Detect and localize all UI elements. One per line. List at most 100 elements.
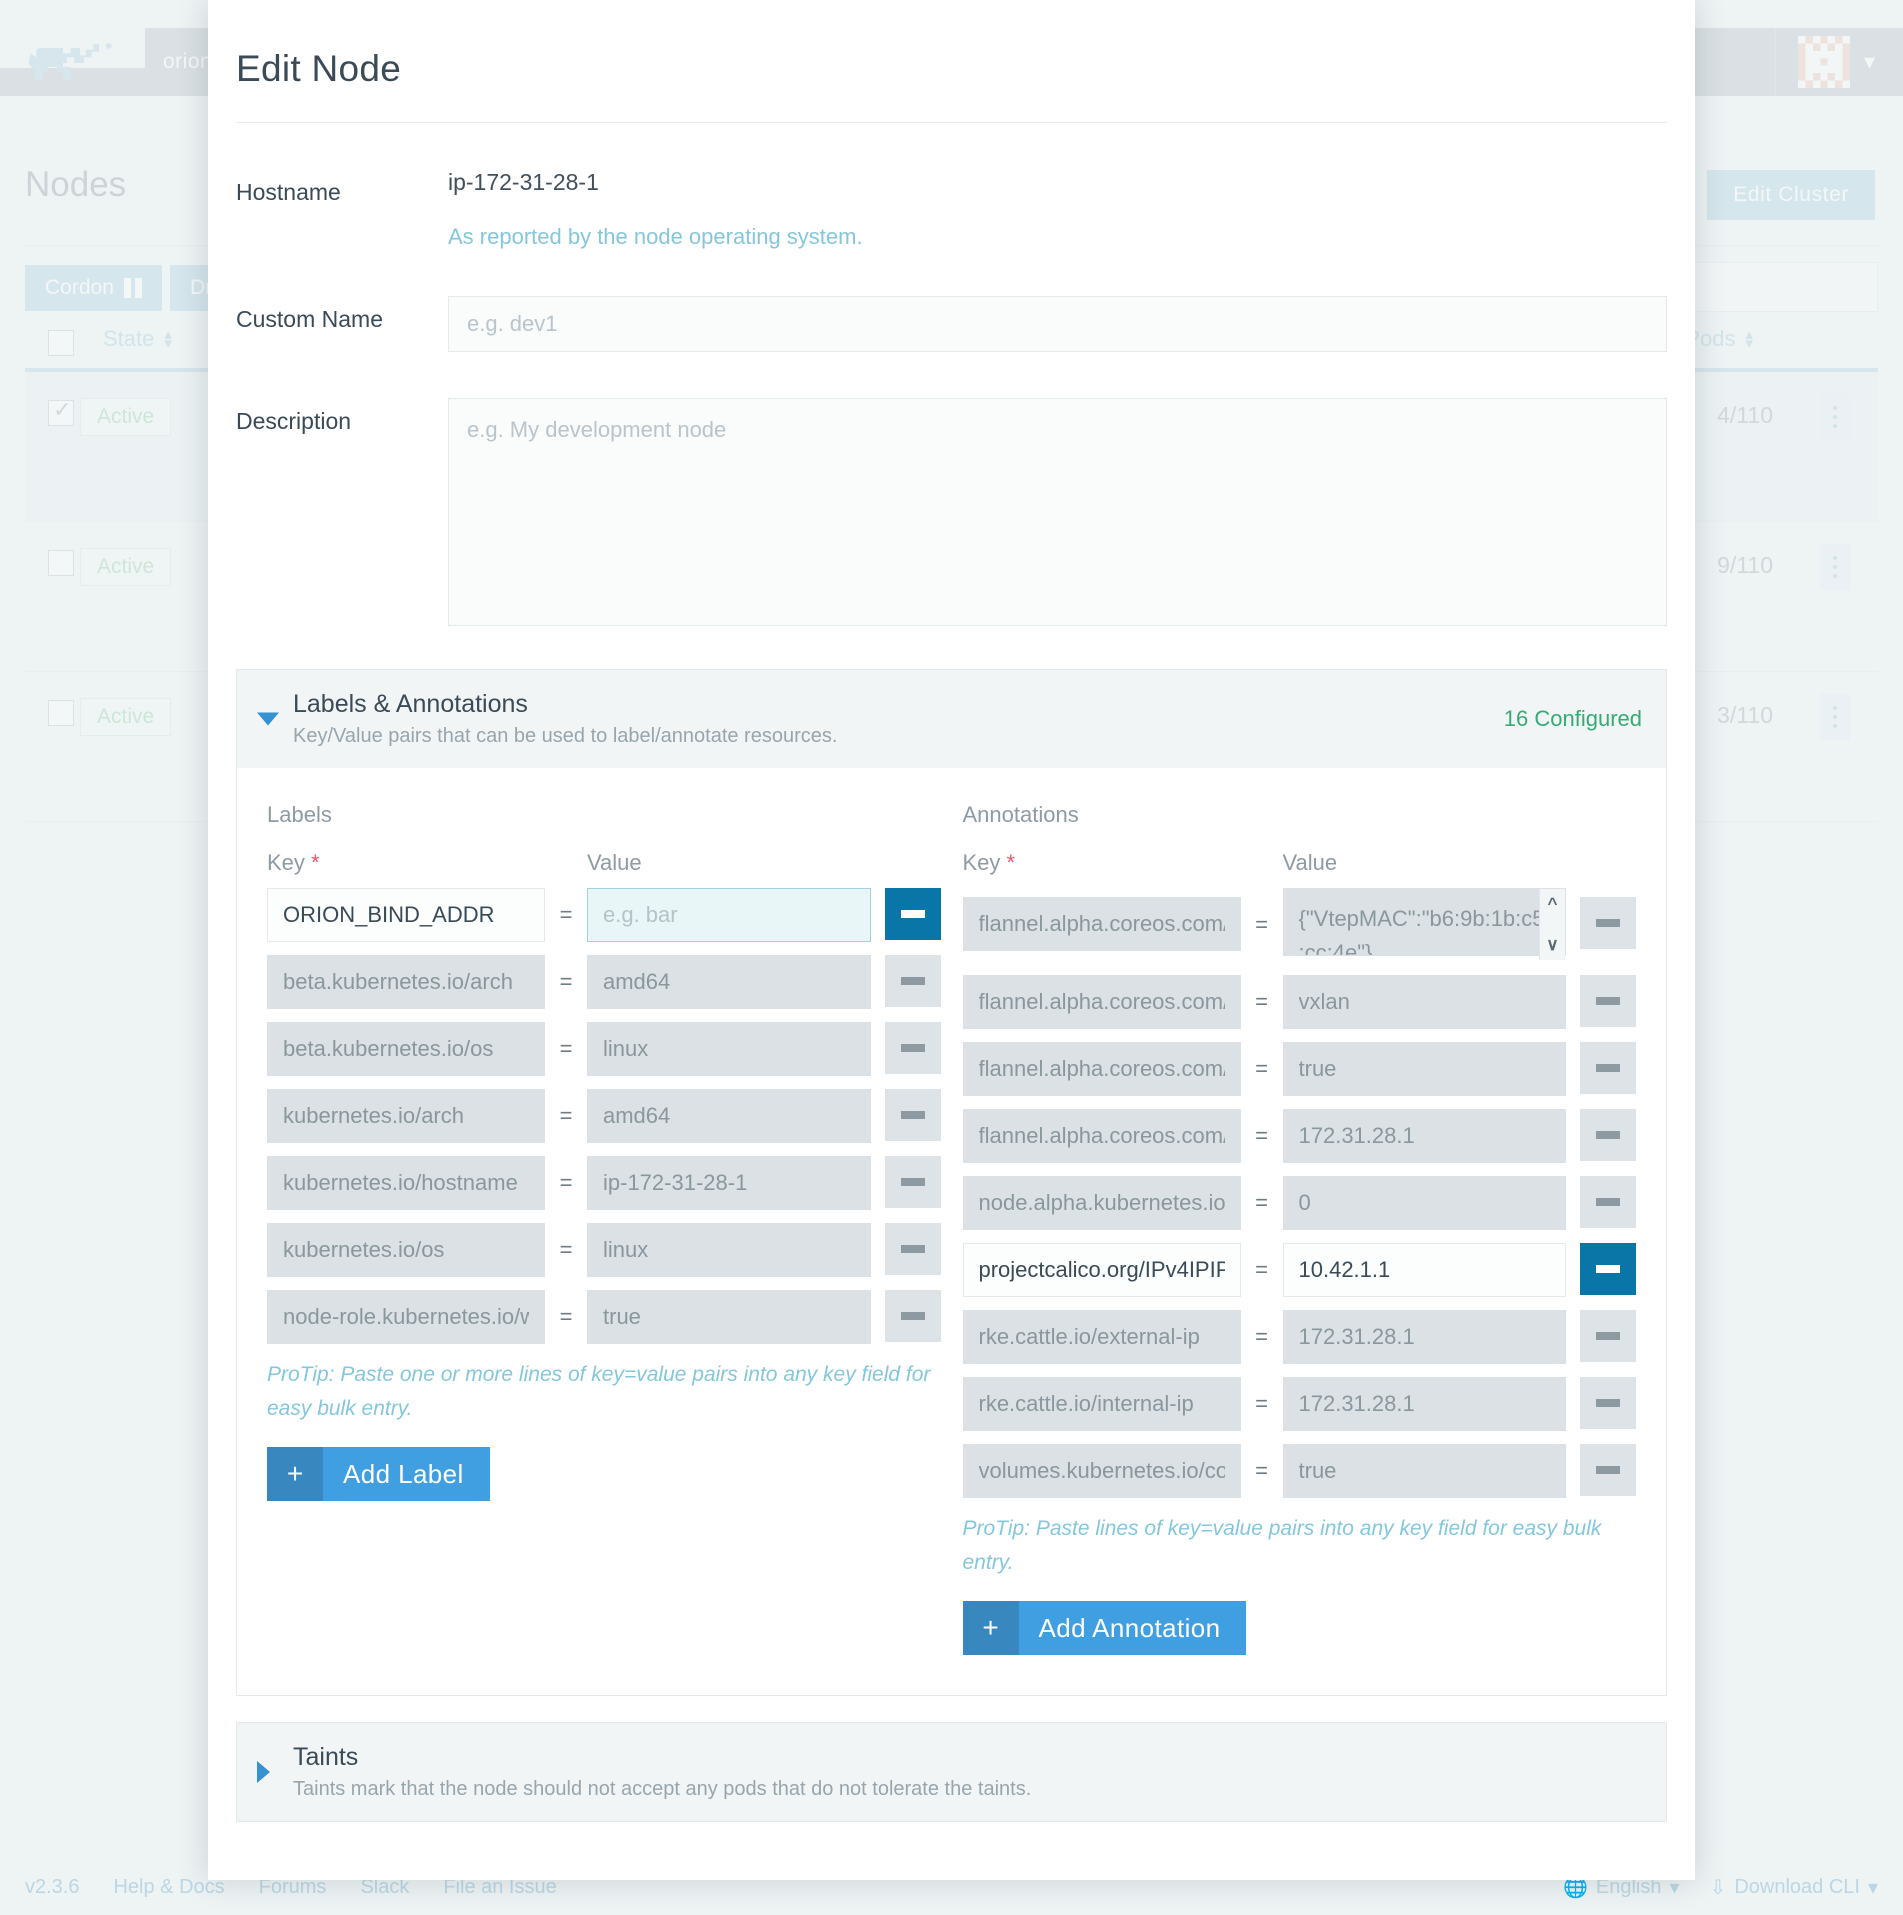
label-value-input[interactable]	[587, 1290, 871, 1344]
annotation-value-input[interactable]	[1283, 1109, 1567, 1163]
minus-icon	[901, 1245, 925, 1253]
equals-sign: =	[1241, 1243, 1283, 1283]
cordon-button[interactable]: Cordon	[25, 265, 162, 311]
equals-sign: =	[545, 955, 587, 995]
custom-name-input[interactable]	[448, 296, 1667, 352]
equals-sign: =	[545, 888, 587, 928]
column-label: State	[103, 326, 154, 352]
minus-icon	[1596, 1131, 1620, 1139]
row-checkbox[interactable]	[48, 550, 74, 576]
annotation-value-input[interactable]	[1283, 1377, 1567, 1431]
annotations-column-headers: Key * Value	[963, 850, 1637, 876]
annotation-row: =	[963, 1243, 1637, 1297]
label-value-input[interactable]	[587, 1223, 871, 1277]
annotation-value-textarea-wrapper: ^ ∨	[1283, 888, 1567, 961]
column-header-pods[interactable]: Pods ▴▾	[1685, 326, 1753, 352]
minus-icon	[1596, 1198, 1620, 1206]
remove-label-button[interactable]	[885, 1156, 941, 1208]
annotation-row: =	[963, 1310, 1637, 1364]
labels-value-header: Value	[587, 850, 941, 876]
add-annotation-button[interactable]: + Add Annotation	[963, 1601, 1247, 1655]
annotation-value-input[interactable]	[1283, 975, 1567, 1029]
label-key-input[interactable]	[267, 1223, 545, 1277]
label-value-input[interactable]	[587, 1156, 871, 1210]
select-all-checkbox[interactable]	[48, 330, 74, 356]
annotation-key-input[interactable]	[963, 1310, 1241, 1364]
equals-sign: =	[545, 1156, 587, 1196]
label-key-input[interactable]	[267, 955, 545, 1009]
user-menu[interactable]: ▾	[1775, 28, 1875, 96]
taints-accordion-header[interactable]: Taints Taints mark that the node should …	[237, 1723, 1666, 1821]
label-key-input[interactable]	[267, 1022, 545, 1076]
equals-sign: =	[1241, 888, 1283, 938]
row-actions-menu[interactable]	[1820, 394, 1850, 440]
remove-annotation-button[interactable]	[1580, 1444, 1636, 1496]
annotation-key-input[interactable]	[963, 975, 1241, 1029]
annotation-key-input[interactable]	[963, 1444, 1241, 1498]
description-input[interactable]	[448, 398, 1667, 626]
rancher-logo-icon[interactable]	[25, 40, 120, 88]
remove-label-button[interactable]	[885, 955, 941, 1007]
minus-icon	[901, 910, 925, 918]
label-row: =	[267, 888, 941, 942]
label-key-input[interactable]	[267, 1156, 545, 1210]
remove-annotation-button[interactable]	[1580, 1243, 1636, 1295]
annotations-section-title: Annotations	[963, 802, 1637, 828]
row-actions-menu[interactable]	[1820, 694, 1850, 740]
column-header-state[interactable]: State ▴▾	[103, 326, 172, 352]
edit-cluster-button[interactable]: Edit Cluster	[1707, 170, 1875, 220]
annotation-key-input[interactable]	[963, 1377, 1241, 1431]
annotation-key-input[interactable]	[963, 1176, 1241, 1230]
annotation-key-input[interactable]	[963, 1109, 1241, 1163]
remove-annotation-button[interactable]	[1580, 897, 1636, 949]
minus-icon	[1596, 1064, 1620, 1072]
pods-count: 4/110	[1717, 402, 1773, 429]
remove-label-button[interactable]	[885, 1022, 941, 1074]
annotation-value-input[interactable]	[1283, 1310, 1567, 1364]
label-value-input[interactable]	[587, 955, 871, 1009]
remove-annotation-button[interactable]	[1580, 1109, 1636, 1161]
scroll-up-icon[interactable]: ^	[1548, 894, 1558, 914]
minus-icon	[901, 977, 925, 985]
annotations-protip: ProTip: Paste lines of key=value pairs i…	[963, 1512, 1637, 1579]
row-actions-menu[interactable]	[1820, 544, 1850, 590]
download-cli-button[interactable]: ⇩ Download CLI ▾	[1710, 1875, 1878, 1900]
remove-annotation-button[interactable]	[1580, 1310, 1636, 1362]
plus-icon: +	[267, 1447, 323, 1501]
annotation-row: =	[963, 975, 1637, 1029]
label-value-input[interactable]	[587, 1022, 871, 1076]
remove-label-button[interactable]	[885, 1223, 941, 1275]
labels-annotations-accordion-header[interactable]: Labels & Annotations Key/Value pairs tha…	[237, 670, 1666, 768]
add-label-button[interactable]: + Add Label	[267, 1447, 490, 1501]
annotation-value-textarea[interactable]	[1283, 888, 1567, 956]
remove-label-button[interactable]	[885, 1290, 941, 1342]
annotation-row: =	[963, 1042, 1637, 1096]
remove-label-button[interactable]	[885, 1089, 941, 1141]
annotation-key-input[interactable]	[963, 1243, 1241, 1297]
textarea-scrollbar[interactable]: ^ ∨	[1539, 889, 1565, 960]
label-key-input[interactable]	[267, 1089, 545, 1143]
label-value-input[interactable]	[587, 888, 871, 942]
remove-annotation-button[interactable]	[1580, 1377, 1636, 1429]
annotation-key-input[interactable]	[963, 897, 1241, 951]
remove-label-button[interactable]	[885, 888, 941, 940]
row-checkbox[interactable]	[48, 700, 74, 726]
minus-icon	[1596, 1399, 1620, 1407]
remove-annotation-button[interactable]	[1580, 1042, 1636, 1094]
annotation-key-input[interactable]	[963, 1042, 1241, 1096]
annotation-value-input[interactable]	[1283, 1176, 1567, 1230]
download-cli-label: Download CLI	[1734, 1876, 1860, 1899]
remove-annotation-button[interactable]	[1580, 975, 1636, 1027]
add-label-text: Add Label	[323, 1459, 490, 1490]
annotation-value-input[interactable]	[1283, 1444, 1567, 1498]
label-key-input[interactable]	[267, 1290, 545, 1344]
annotation-value-input[interactable]	[1283, 1243, 1567, 1297]
labels-annotations-accordion-body: Labels Key * Value =	[237, 768, 1666, 1695]
remove-annotation-button[interactable]	[1580, 1176, 1636, 1228]
labels-protip: ProTip: Paste one or more lines of key=v…	[267, 1358, 941, 1425]
label-value-input[interactable]	[587, 1089, 871, 1143]
label-key-input[interactable]	[267, 888, 545, 942]
row-checkbox[interactable]: ✓	[48, 400, 74, 426]
annotation-value-input[interactable]	[1283, 1042, 1567, 1096]
scroll-down-icon[interactable]: ∨	[1546, 935, 1558, 955]
